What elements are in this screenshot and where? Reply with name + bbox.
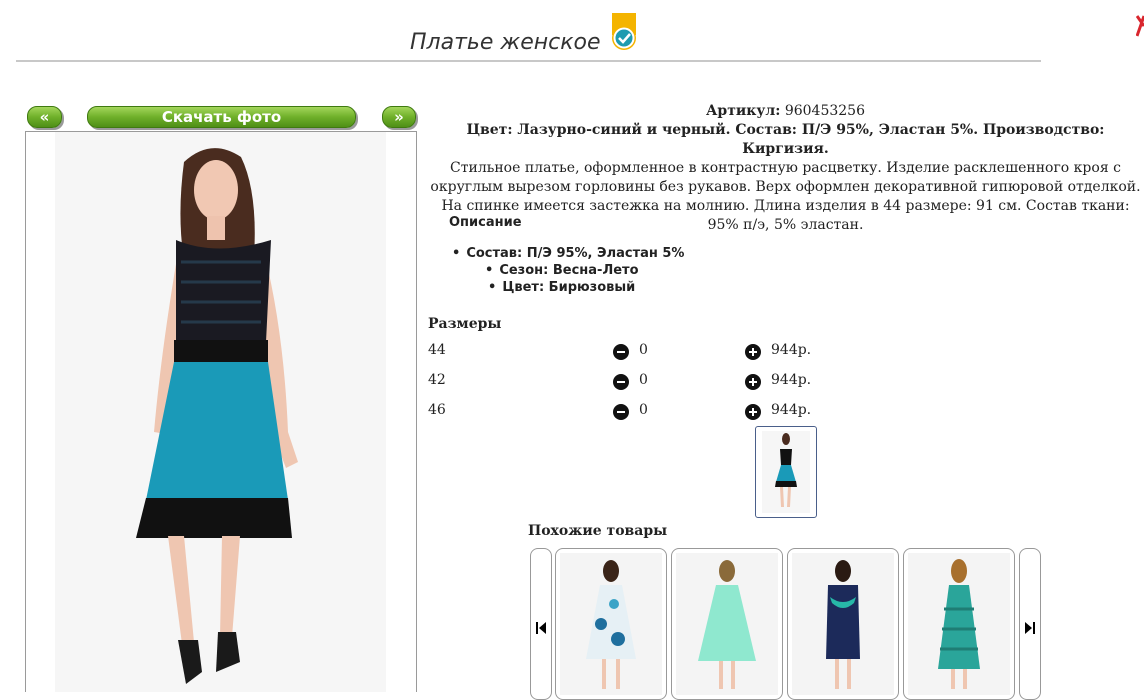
property-color: Цвет: Бирюзовый <box>488 280 635 295</box>
property-season: Сезон: Весна-Лето <box>485 263 638 278</box>
similar-product-card[interactable] <box>903 548 1015 700</box>
dress-thumbnail-image <box>762 431 810 513</box>
skip-forward-icon <box>1025 622 1035 634</box>
mint-dress-image <box>698 560 756 689</box>
similar-heading: Похожие товары <box>528 523 668 539</box>
prev-photo-button[interactable]: « <box>27 106 62 128</box>
minus-icon[interactable] <box>613 374 629 390</box>
product-description: Стильное платье, оформленное в контрастн… <box>430 160 1141 233</box>
property-composition: Состав: П/Э 95%, Эластан 5% <box>452 246 684 261</box>
price-value: 944р. <box>771 402 812 418</box>
similar-product-card[interactable] <box>671 548 783 700</box>
navy-dress-image <box>826 560 860 689</box>
similar-product-card[interactable] <box>787 548 899 700</box>
quantity-value: 0 <box>639 372 648 388</box>
price-value: 944р. <box>771 372 812 388</box>
minus-icon[interactable] <box>613 404 629 420</box>
download-photo-button[interactable]: Скачать фото <box>87 106 356 128</box>
floral-dress-image <box>586 560 636 689</box>
size-label: 46 <box>428 402 446 418</box>
size-row: 46 0 944р. <box>428 402 1128 422</box>
plus-icon[interactable] <box>745 404 761 420</box>
product-photo[interactable] <box>25 131 417 692</box>
size-row: 44 0 944р. <box>428 342 1128 362</box>
page-title: Платье женское <box>410 30 601 55</box>
article-line: Артикул: 960453256 <box>427 102 1144 121</box>
size-label: 44 <box>428 342 446 358</box>
product-summary: Цвет: Лазурно-синий и черный. Состав: П/… <box>466 122 1105 157</box>
article-label: Артикул: <box>706 103 781 119</box>
quantity-value: 0 <box>639 342 648 358</box>
close-icon[interactable] <box>1136 14 1144 42</box>
title-divider <box>16 60 1041 62</box>
description-heading: Описание <box>449 215 522 230</box>
size-row: 42 0 944р. <box>428 372 1128 392</box>
model-in-dress-image <box>136 148 298 684</box>
similar-product-card[interactable] <box>555 548 667 700</box>
plus-icon[interactable] <box>745 374 761 390</box>
verified-check-badge-icon <box>612 13 636 50</box>
next-photo-button[interactable]: » <box>382 106 416 128</box>
plus-icon[interactable] <box>745 344 761 360</box>
article-value: 960453256 <box>784 103 865 119</box>
product-info: Артикул: 960453256 Цвет: Лазурно-синий и… <box>427 102 1144 235</box>
minus-icon[interactable] <box>613 344 629 360</box>
carousel-next-button[interactable] <box>1019 548 1041 700</box>
photo-thumbnail[interactable] <box>755 426 817 518</box>
size-label: 42 <box>428 372 446 388</box>
skip-back-icon <box>536 622 546 634</box>
price-value: 944р. <box>771 342 812 358</box>
quantity-value: 0 <box>639 402 648 418</box>
teal-print-dress-image <box>938 559 980 689</box>
carousel-prev-button[interactable] <box>530 548 552 700</box>
sizes-heading: Размеры <box>428 316 502 332</box>
